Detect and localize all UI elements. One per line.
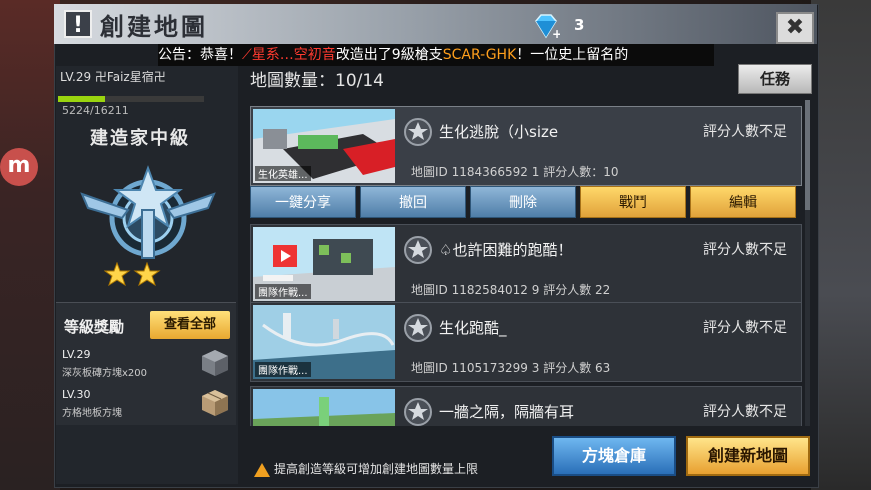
rank-title: 建造家中級 bbox=[90, 128, 190, 149]
gray-brick-block-icon bbox=[202, 350, 228, 376]
map-rating: 評分人數不足 bbox=[703, 320, 787, 336]
delete-button[interactable]: 刪除 bbox=[470, 186, 576, 218]
reward-level: LV.29 bbox=[62, 348, 91, 361]
diamond-icon: + bbox=[535, 14, 560, 39]
marquee-suffix: ！一位史上留名的 bbox=[516, 47, 629, 63]
map-rank-icon bbox=[404, 398, 432, 426]
list-scrollbar[interactable] bbox=[805, 100, 810, 426]
xp-bar bbox=[58, 96, 204, 102]
rank-stars-icon bbox=[104, 262, 161, 287]
map-mode-label: 團隊作戰... bbox=[255, 284, 311, 299]
map-thumbnail[interactable] bbox=[253, 389, 395, 426]
map-name: 生化逃脫（小size bbox=[439, 123, 559, 141]
background-right bbox=[811, 0, 871, 490]
create-tip-text: 提高創造等級可增加創建地圖數量上限 bbox=[274, 462, 479, 476]
map-actions-row: 一鍵分享 撤回 刪除 戰鬥 編輯 bbox=[250, 186, 800, 218]
background-left bbox=[0, 0, 60, 490]
marquee-player: ⟋星系…空初音 bbox=[242, 47, 336, 63]
map-thumbnail-image bbox=[253, 389, 395, 426]
reward-item[interactable]: LV.29 深灰板磚方塊x200 bbox=[58, 346, 236, 382]
map-list[interactable]: 生化英雄... 生化逃脫（小size 評分人數不足 地圖ID 118436659… bbox=[244, 100, 810, 426]
map-rank-icon bbox=[404, 118, 432, 146]
svg-text:+: + bbox=[552, 27, 560, 39]
rank-emblem-icon bbox=[80, 165, 216, 259]
map-name: 生化跑酷_ bbox=[439, 319, 507, 337]
map-rating: 評分人數不足 bbox=[703, 242, 787, 258]
map-card[interactable]: 團隊作戰... 生化跑酷_ 評分人數不足 地圖ID 1105173299 3 評… bbox=[250, 302, 802, 382]
page-title: 創建地圖 bbox=[100, 13, 208, 41]
battle-button[interactable]: 戰鬥 bbox=[580, 186, 686, 218]
map-name: 一牆之隔，隔牆有耳 bbox=[439, 403, 575, 421]
map-rating: 評分人數不足 bbox=[703, 404, 787, 420]
marquee-middle: 改造出了9級槍支 bbox=[335, 47, 443, 63]
xp-text: 5224/16211 bbox=[62, 104, 129, 117]
reward-name: 深灰板磚方塊x200 bbox=[62, 368, 148, 379]
map-thumbnail[interactable]: 生化英雄... bbox=[253, 109, 395, 183]
map-count-label: 地圖數量：10/14 bbox=[250, 71, 384, 91]
marquee-prefix: 公告：恭喜！ bbox=[158, 47, 242, 63]
map-thumbnail[interactable]: 團隊作戰... bbox=[253, 305, 395, 379]
checker-floor-block-icon bbox=[202, 390, 228, 416]
map-rating: 評分人數不足 bbox=[703, 124, 787, 140]
view-all-button[interactable]: 查看全部 bbox=[150, 311, 230, 339]
withdraw-button[interactable]: 撤回 bbox=[360, 186, 466, 218]
reward-level: LV.30 bbox=[62, 388, 91, 401]
share-button[interactable]: 一鍵分享 bbox=[250, 186, 356, 218]
edit-button[interactable]: 編輯 bbox=[690, 186, 796, 218]
map-name: ♤也許困難的跑酷！ bbox=[439, 241, 573, 259]
player-level-name: LV.29 卍Faiz星宿卍 bbox=[60, 70, 166, 84]
map-id-info: 地圖ID 1105173299 3 評分人數 63 bbox=[411, 361, 611, 375]
reward-item[interactable]: LV.30 方格地板方塊 bbox=[58, 386, 236, 422]
marquee-weapon: SCAR-GHK bbox=[442, 47, 517, 63]
rewards-title: 等級獎勵 bbox=[64, 318, 125, 336]
create-map-button[interactable]: 創建新地圖 bbox=[686, 436, 810, 476]
warning-icon bbox=[254, 462, 270, 477]
side-logo-icon[interactable]: m bbox=[0, 148, 38, 186]
scrollbar-thumb[interactable] bbox=[805, 100, 810, 210]
close-button[interactable]: ✖ bbox=[776, 12, 814, 44]
gem-count: 3 bbox=[574, 16, 585, 34]
quest-button[interactable]: 任務 bbox=[738, 64, 812, 94]
map-card[interactable]: 團隊作戰... ♤也許困難的跑酷！ 評分人數不足 地圖ID 1182584012… bbox=[250, 224, 802, 304]
map-id-info: 地圖ID 1184366592 1 評分人數：10 bbox=[411, 165, 619, 179]
map-card[interactable]: 一牆之隔，隔牆有耳 評分人數不足 bbox=[250, 386, 802, 426]
map-thumbnail[interactable]: 團隊作戰... bbox=[253, 227, 395, 301]
map-rank-icon bbox=[404, 236, 432, 264]
map-mode-label: 團隊作戰... bbox=[255, 362, 311, 377]
block-storage-button[interactable]: 方塊倉庫 bbox=[552, 436, 676, 476]
map-id-info: 地圖ID 1182584012 9 評分人數 22 bbox=[411, 283, 611, 297]
reward-name: 方格地板方塊 bbox=[62, 408, 122, 419]
map-rank-icon bbox=[404, 314, 432, 342]
map-mode-label: 生化英雄... bbox=[255, 166, 311, 181]
announcement-marquee: 公告：恭喜！⟋星系…空初音改造出了9級槍支SCAR-GHK！一位史上留名的 bbox=[158, 44, 714, 66]
map-card[interactable]: 生化英雄... 生化逃脫（小size 評分人數不足 地圖ID 118436659… bbox=[250, 106, 802, 186]
xp-bar-fill bbox=[58, 96, 105, 102]
alert-icon: ! bbox=[64, 10, 92, 38]
create-tip: 提高創造等級可增加創建地圖數量上限 bbox=[254, 460, 478, 477]
